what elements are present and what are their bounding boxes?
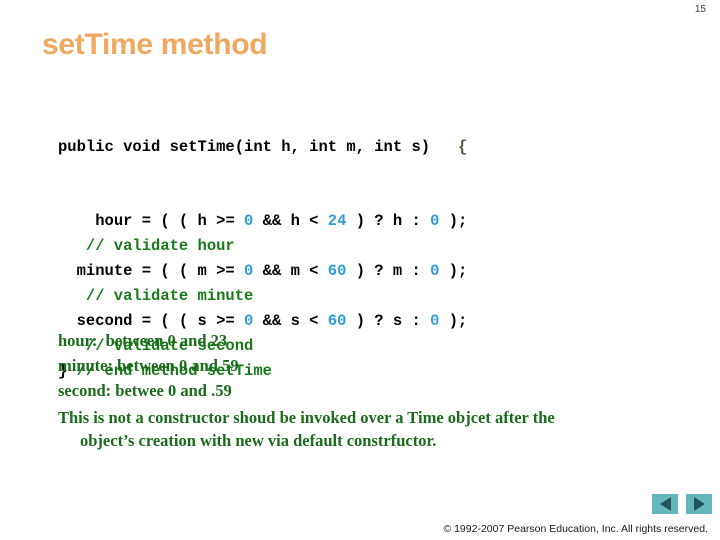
note-paragraph: This is not a constructor shoud be invok… [58, 403, 683, 452]
code-token-number: 0 [244, 262, 254, 280]
page-title: setTime method [42, 28, 268, 61]
copyright-notice: © 1992-2007 Pearson Education, Inc. All … [443, 523, 708, 535]
page-number: 15 [694, 4, 706, 15]
code-token-plain: && m < [253, 262, 328, 280]
code-token-plain: ) ? m : [346, 262, 431, 280]
code-line: hour = ( ( h >= 0 && h < 24 ) ? h : 0 ); [58, 209, 467, 234]
code-token-plain: hour = ( ( h >= [95, 212, 245, 230]
code-token-plain: && h < [253, 212, 328, 230]
note-line-hour: hour: between 0 and 23 [58, 331, 228, 350]
method-signature: public void setTime(int h, int m, int s) [58, 138, 431, 156]
code-token-plain: ) ? h : [346, 212, 431, 230]
note-line-second: second: betwee 0 and .59 [58, 381, 232, 400]
code-token-number: 24 [327, 212, 347, 230]
note-paragraph-line2: object’s creation with new via default c… [80, 431, 437, 450]
code-line: // validate minute [58, 284, 467, 309]
signature-gap [430, 138, 458, 156]
triangle-right-icon [693, 497, 705, 511]
slide-navigation [652, 494, 712, 514]
next-slide-button[interactable] [686, 494, 712, 514]
slide-canvas: 15 setTime method public void setTime(in… [0, 0, 720, 540]
code-line: // validate hour [58, 234, 467, 259]
previous-slide-button[interactable] [652, 494, 678, 514]
open-brace: { [457, 138, 468, 156]
code-token-comment: // validate hour [85, 237, 235, 255]
note-line-minute: minute: between 0 and 59 [58, 356, 239, 375]
note-paragraph-line1: This is not a constructor shoud be invok… [58, 408, 555, 427]
notes-block: hour: between 0 and 23 minute: between 0… [58, 328, 683, 452]
code-token-plain: minute = ( ( m >= [76, 262, 245, 280]
code-token-plain: ); [439, 262, 468, 280]
code-line: minute = ( ( m >= 0 && m < 60 ) ? m : 0 … [58, 259, 468, 284]
triangle-left-icon [659, 497, 671, 511]
code-token-number: 0 [244, 212, 254, 230]
code-token-number: 60 [327, 262, 347, 280]
code-token-comment: // validate minute [85, 287, 254, 305]
code-token-plain: ); [439, 212, 468, 230]
code-line-signature: public void setTime(int h, int m, int s)… [58, 136, 467, 178]
